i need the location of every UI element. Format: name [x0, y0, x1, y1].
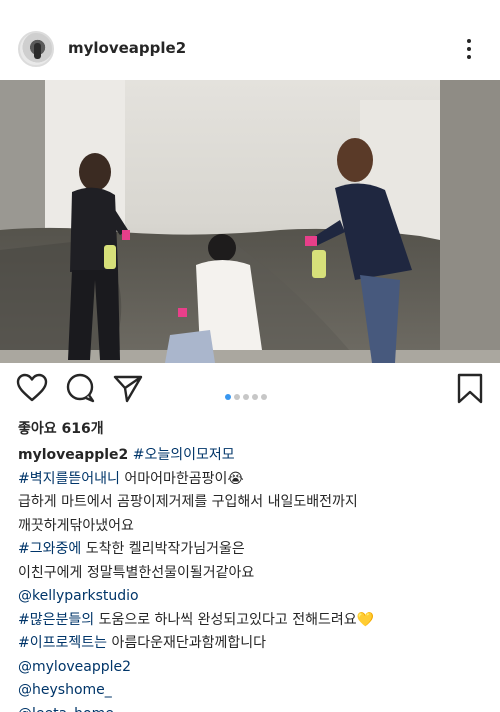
hashtag-link[interactable]: #그와중에	[18, 541, 81, 557]
post-actions	[0, 370, 500, 410]
caption-line: #이프로젝트는 아름다운재단과함께합니다	[18, 632, 488, 656]
mention-link[interactable]: @kellyparkstudio	[18, 585, 488, 609]
heart-icon[interactable]	[14, 370, 50, 406]
photo-illustration	[0, 80, 500, 363]
post-photo[interactable]	[0, 80, 500, 363]
bookmark-icon[interactable]	[452, 370, 488, 406]
comment-icon[interactable]	[62, 370, 98, 406]
carousel-dot	[234, 393, 240, 400]
post-header: myloveapple2	[0, 22, 500, 78]
hashtag-link[interactable]: #이프로젝트는	[18, 635, 107, 651]
caption-line: #그와중에 도착한 켈리박작가님거울은	[18, 538, 488, 562]
caption-line: #벽지를뜯어내니 어마어마한곰팡이😭	[18, 468, 488, 492]
caption-username[interactable]: myloveapple2	[18, 447, 128, 463]
avatar[interactable]	[18, 31, 54, 67]
caption-text: 아름다운재단과함께합니다	[107, 635, 267, 651]
hashtag-link[interactable]: #벽지를뜯어내니	[18, 471, 120, 487]
send-icon[interactable]	[110, 370, 146, 406]
carousel-dot	[243, 393, 249, 400]
post-caption: myloveapple2 #오늘의이모저모 #벽지를뜯어내니 어마어마한곰팡이😭…	[18, 444, 488, 712]
post-username[interactable]: myloveapple2	[68, 39, 186, 57]
likes-count[interactable]: 좋아요 616개	[18, 418, 104, 438]
caption-text: 도움으로 하나씩 완성되고있다고 전해드려요💛	[94, 611, 375, 628]
carousel-dot	[261, 393, 267, 400]
carousel-indicator	[225, 386, 270, 400]
caption-text: 이친구에게 정말특별한선물이될거같아요	[18, 564, 255, 581]
caption-text: 도착한 켈리박작가님거울은	[81, 541, 245, 557]
carousel-dot	[252, 393, 258, 400]
caption-line: #많은분들의 도움으로 하나씩 완성되고있다고 전해드려요💛	[18, 609, 488, 633]
status-strip	[0, 0, 500, 14]
hashtag-link[interactable]: #오늘의이모저모	[133, 447, 235, 463]
mention-link[interactable]: @leeta_home	[18, 703, 488, 712]
more-options-icon[interactable]	[458, 34, 480, 64]
carousel-dot-active	[225, 393, 231, 400]
caption-text: 깨끗하게닦아냈어요	[18, 517, 134, 534]
mention-link[interactable]: @myloveapple2	[18, 656, 488, 680]
hashtag-link[interactable]: #많은분들의	[18, 612, 94, 628]
caption-line: myloveapple2 #오늘의이모저모	[18, 444, 488, 468]
caption-text: 급하게 마트에서 곰팡이제거제를 구입해서 내일도배전까지	[18, 494, 358, 510]
mention-link[interactable]: @heyshome_	[18, 679, 488, 703]
caption-text: 어마어마한곰팡이😭	[119, 470, 244, 487]
